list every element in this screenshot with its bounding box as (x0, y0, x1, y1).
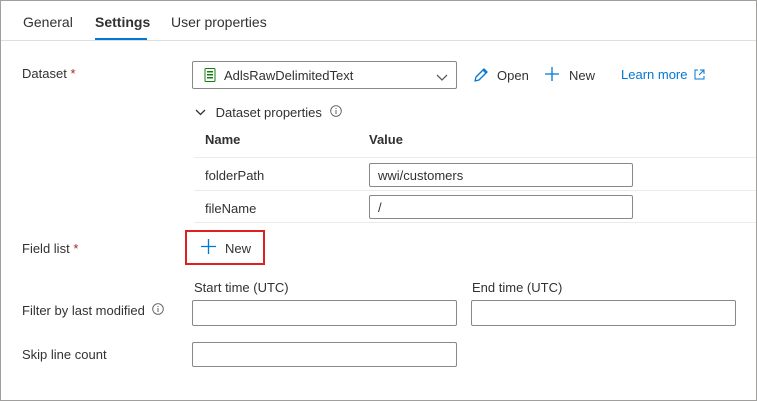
open-external-icon (694, 68, 705, 83)
tab-settings[interactable]: Settings (95, 14, 150, 30)
learn-more-link[interactable]: Learn more (621, 67, 705, 83)
skip-line-count-input[interactable] (192, 342, 457, 367)
field-list-new-label: New (225, 241, 252, 256)
end-time-input[interactable] (471, 300, 736, 326)
start-time-label: Start time (UTC) (194, 280, 289, 295)
plus-icon (200, 238, 217, 258)
dataset-properties-header[interactable]: Dataset properties (195, 104, 343, 120)
dataset-properties-title: Dataset properties (215, 105, 322, 120)
pencil-icon (472, 66, 490, 87)
file-name-input[interactable] (369, 195, 633, 219)
start-time-input[interactable] (192, 300, 457, 326)
tab-user-properties[interactable]: User properties (171, 14, 267, 30)
properties-table-header: Name Value (194, 132, 756, 156)
chevron-down-icon (436, 70, 448, 85)
required-mark: * (73, 241, 79, 256)
table-row: folderPath (194, 157, 756, 190)
dataset-label-text: Dataset (22, 66, 67, 81)
skip-line-count-label: Skip line count (22, 347, 107, 362)
dataset-selected-value: AdlsRawDelimitedText (224, 68, 354, 83)
filter-label-text: Filter by last modified (22, 303, 145, 318)
column-header-value: Value (369, 132, 403, 147)
settings-panel: General Settings User properties Dataset… (0, 0, 757, 401)
filter-last-modified-label: Filter by last modified (22, 303, 165, 318)
field-list-label-text: Field list (22, 241, 70, 256)
new-label: New (569, 68, 596, 83)
plus-icon (544, 66, 560, 85)
info-icon (152, 303, 165, 318)
property-name: fileName (205, 201, 257, 216)
field-list-new-button[interactable]: New (185, 230, 265, 265)
required-mark: * (70, 66, 76, 81)
dataset-file-icon (204, 68, 216, 85)
dataset-label: Dataset * (22, 66, 76, 81)
tab-general[interactable]: General (23, 14, 73, 30)
active-tab-indicator (95, 38, 147, 40)
field-list-label: Field list * (22, 241, 78, 256)
table-row: fileName (194, 190, 756, 223)
info-icon (330, 105, 343, 120)
folder-path-input[interactable] (369, 163, 633, 187)
tab-bar: General Settings User properties (1, 1, 756, 41)
property-name: folderPath (205, 168, 265, 183)
open-label: Open (497, 68, 529, 83)
learn-more-text: Learn more (621, 67, 688, 82)
dataset-select[interactable]: AdlsRawDelimitedText (192, 61, 457, 89)
chevron-down-icon (195, 104, 206, 119)
column-header-name: Name (205, 132, 241, 147)
end-time-label: End time (UTC) (472, 280, 563, 295)
